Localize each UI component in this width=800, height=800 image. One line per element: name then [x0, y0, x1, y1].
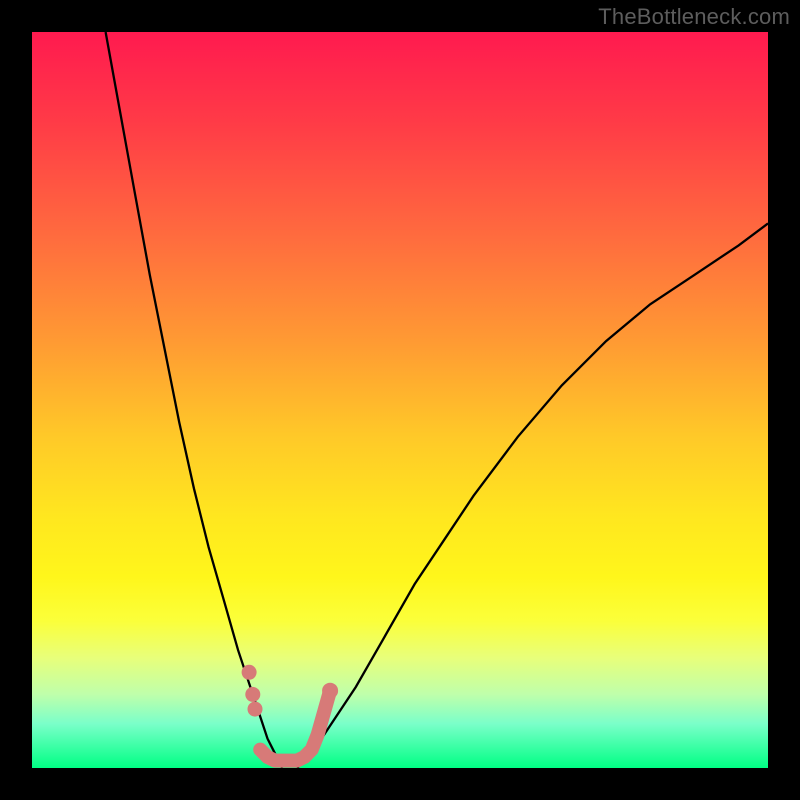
- chart-svg: [32, 32, 768, 768]
- plot-area: [32, 32, 768, 768]
- marker-dot: [322, 683, 338, 699]
- marker-dot: [242, 665, 257, 680]
- marker-worm: [260, 691, 330, 761]
- right-bottleneck-curve: [297, 223, 768, 768]
- watermark-text: TheBottleneck.com: [598, 4, 790, 30]
- marker-dot: [245, 687, 260, 702]
- valley-markers: [242, 665, 339, 761]
- left-bottleneck-curve: [106, 32, 283, 768]
- marker-dot: [248, 702, 263, 717]
- chart-frame: TheBottleneck.com: [0, 0, 800, 800]
